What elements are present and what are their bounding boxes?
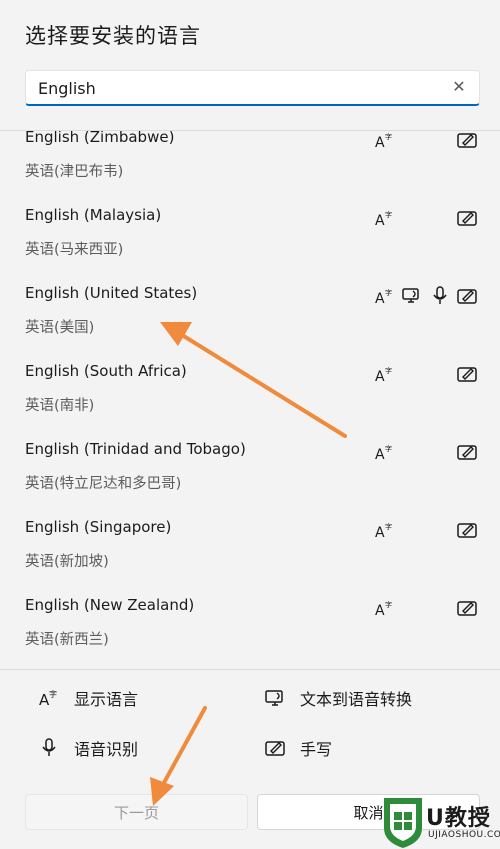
language-list-item[interactable]: English (New Zealand) 英语(新西兰) A 字: [0, 594, 500, 668]
language-list[interactable]: English (Zimbabwe) 英语(津巴布韦) A 字 English (Mal…: [0, 131, 500, 668]
svg-text:A: A: [375, 213, 385, 228]
language-native-name: 英语(美国): [25, 320, 95, 336]
dialog-title: 选择要安装的语言: [25, 24, 201, 48]
display-language-icon: A字: [375, 598, 395, 619]
language-name: English (New Zealand): [25, 596, 195, 614]
language-native-name: 英语(新加坡): [25, 554, 109, 570]
svg-text:字: 字: [385, 444, 392, 453]
language-list-item[interactable]: English (United States) 英语(美国) A 字: [0, 282, 500, 360]
windows-shield-icon: [384, 798, 422, 848]
display-language-icon: A字: [375, 131, 395, 151]
text-to-speech-icon: [402, 286, 422, 306]
legend-divider: [0, 669, 500, 670]
microphone-icon: [430, 286, 450, 306]
display-language-icon: A字: [375, 520, 395, 541]
legend-handwriting-label: 手写: [300, 740, 333, 759]
language-native-name: 英语(马来西亚): [25, 242, 124, 258]
language-name: English (Singapore): [25, 518, 172, 536]
svg-text:字: 字: [385, 522, 392, 531]
language-native-name: 英语(南非): [25, 398, 95, 414]
handwriting-icon: [457, 208, 477, 228]
text-to-speech-icon: [264, 687, 286, 709]
language-list-item[interactable]: English (South Africa) 英语(南非) A 字: [0, 360, 500, 438]
svg-text:A: A: [375, 369, 385, 384]
legend-display-language: A字 显示语言: [38, 686, 138, 710]
svg-text:字: 字: [385, 600, 392, 609]
svg-text:字: 字: [385, 132, 392, 141]
handwriting-icon: [457, 598, 477, 618]
handwriting-icon: [457, 364, 477, 384]
legend-speech-recognition: 语音识别: [38, 736, 138, 760]
language-list-item[interactable]: English (Malaysia) 英语(马来西亚) A 字: [0, 204, 500, 282]
language-list-item[interactable]: English (Zimbabwe) 英语(津巴布韦) A 字: [0, 131, 500, 204]
language-list-item[interactable]: English (Singapore) 英语(新加坡) A 字: [0, 516, 500, 594]
microphone-icon: [38, 737, 60, 759]
svg-text:字: 字: [385, 366, 392, 375]
svg-text:字: 字: [385, 288, 392, 297]
language-native-name: 英语(特立尼达和多巴哥): [25, 476, 182, 492]
next-button[interactable]: 下一页: [25, 794, 248, 830]
language-native-name: 英语(津巴布韦): [25, 164, 124, 180]
display-language-icon: A字: [375, 364, 395, 385]
legend-text-to-speech: 文本到语音转换: [264, 686, 412, 710]
handwriting-icon: [457, 286, 477, 306]
handwriting-icon: [457, 520, 477, 540]
language-native-name: 英语(新西兰): [25, 632, 109, 648]
display-language-icon: A字: [375, 442, 395, 463]
svg-text:A: A: [375, 525, 385, 540]
display-language-icon: A字: [375, 208, 395, 229]
annotation-arrow-to-next: [150, 706, 207, 806]
search-input[interactable]: English ✕: [25, 70, 480, 106]
legend-display-label: 显示语言: [74, 690, 139, 709]
handwriting-icon: [457, 131, 477, 150]
search-input-value[interactable]: English: [38, 79, 96, 98]
svg-text:A: A: [375, 135, 385, 150]
svg-text:A: A: [375, 291, 385, 306]
language-name: English (Zimbabwe): [25, 131, 175, 146]
display-language-icon: A字: [38, 687, 60, 709]
legend-speech-label: 语音识别: [74, 740, 139, 759]
svg-text:字: 字: [385, 210, 392, 219]
svg-text:A: A: [375, 603, 385, 618]
watermark-brand: U教授: [426, 806, 491, 831]
language-name: English (Trinidad and Tobago): [25, 440, 246, 458]
svg-text:字: 字: [49, 689, 57, 699]
watermark-logo: U教授 UJIAOSHOU.COM: [382, 796, 500, 849]
watermark-url: UJIAOSHOU.COM: [428, 830, 500, 840]
language-name: English (United States): [25, 284, 198, 302]
svg-text:A: A: [375, 447, 385, 462]
language-name: English (Malaysia): [25, 206, 162, 224]
legend-handwriting: 手写: [264, 736, 332, 760]
handwriting-icon: [264, 737, 286, 759]
language-name: English (South Africa): [25, 362, 187, 380]
close-icon[interactable]: ✕: [449, 77, 469, 97]
language-list-item[interactable]: English (Trinidad and Tobago) 英语(特立尼达和多巴哥…: [0, 438, 500, 516]
display-language-icon: A字: [375, 286, 395, 307]
handwriting-icon: [457, 442, 477, 462]
legend-tts-label: 文本到语音转换: [300, 690, 413, 709]
